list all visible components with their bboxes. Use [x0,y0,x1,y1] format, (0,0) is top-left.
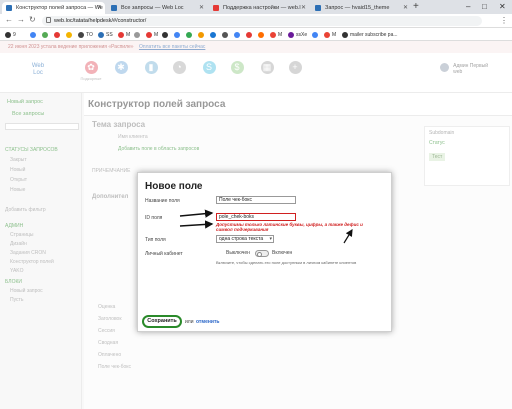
bookmark-icon [258,32,264,38]
browser-tab[interactable]: Поддержка настройки — web.l ✕ [209,2,309,14]
bookmark-icon [134,32,140,38]
bookmark[interactable] [54,31,62,39]
bookmark[interactable]: 9 [5,31,16,39]
bookmark-icon [118,32,124,38]
favicon-icon [6,5,12,11]
cabinet-hint: Включите, чтобы сделать это поле доступн… [216,260,357,265]
close-tab-icon[interactable]: ✕ [199,2,204,14]
tab-label: Все запросы — Web Loc [121,5,184,11]
forward-arrow-icon[interactable]: → [17,15,25,24]
close-tab-icon[interactable]: ✕ [403,2,408,14]
bookmark-icon [234,32,240,38]
field-type-value: одна строка текста [219,236,264,242]
bookmark[interactable] [162,31,170,39]
browser-tab-bar: Конструктор полей запроса — We ✕ Все зап… [0,0,512,14]
bookmark-icon [54,32,60,38]
toggle-knob [257,252,262,257]
bookmark[interactable] [210,31,218,39]
bookmark[interactable] [134,31,142,39]
address-bar-row: ← → ↻ web.loc/tatata/helpdesk/#/construc… [0,14,512,28]
bookmark[interactable]: TO [78,31,93,39]
save-button[interactable]: Сохранить [142,315,182,328]
bookmark[interactable] [30,31,38,39]
window-close-icon[interactable]: ✕ [499,0,506,14]
bookmark-icon [312,32,318,38]
bookmark[interactable] [246,31,254,39]
bookmark-icon [222,32,228,38]
bookmarks-bar: 9 TO SS M M M ssXe M mailer subscribe pa… [0,28,512,41]
bookmark-icon [186,32,192,38]
cabinet-label: Личный кабинет [145,251,183,257]
bookmark-icon [198,32,204,38]
bookmark[interactable] [312,31,320,39]
toggle-off-label: Выключен [226,250,250,256]
favicon-icon [111,5,117,11]
field-type-label: Тип поля [145,237,166,243]
toggle-on-label: Включен [272,250,293,256]
bookmark[interactable]: M [324,31,336,39]
bookmark-icon [246,32,252,38]
browser-menu-icon[interactable]: ⋮ [500,16,508,25]
bookmark[interactable] [174,31,182,39]
bookmark-icon [324,32,330,38]
cabinet-toggle[interactable] [255,250,269,257]
field-id-label: ID поля [145,215,163,221]
browser-tab[interactable]: Запрос — hvaid15_theme ✕ [311,2,411,14]
tab-label: Запрос — hvaid15_theme [325,5,390,11]
close-tab-icon[interactable]: ✕ [301,2,306,14]
bookmark-icon [30,32,36,38]
bookmark[interactable] [42,31,50,39]
maximize-icon[interactable]: □ [482,0,487,14]
field-id-input[interactable]: pole_chek-boks [216,213,296,221]
dialog-title: Новое поле [145,181,203,192]
lock-icon [46,17,51,23]
url-input[interactable]: web.loc/tatata/helpdesk/#/constructor/ [42,16,482,26]
bookmark[interactable] [258,31,266,39]
field-name-input[interactable]: Поле чек-бокс [216,196,296,204]
field-type-select[interactable]: одна строка текста ▾ [216,235,274,243]
favicon-icon [315,5,321,11]
chevron-down-icon: ▾ [269,236,272,242]
bookmark[interactable] [222,31,230,39]
bookmark[interactable]: M [146,31,158,39]
bookmark[interactable] [198,31,206,39]
favicon-icon [213,5,219,11]
close-tab-icon[interactable]: ✕ [97,2,102,14]
bookmark[interactable] [234,31,242,39]
bookmark-icon [174,32,180,38]
browser-tab[interactable]: Все запросы — Web Loc ✕ [107,2,207,14]
bookmark-icon [42,32,48,38]
bookmark-icon [162,32,168,38]
bookmark-icon [5,32,11,38]
bookmark[interactable] [66,31,74,39]
field-name-label: Название поля [145,198,180,204]
bookmark[interactable]: M [118,31,130,39]
bookmark[interactable]: ssXe [288,31,307,39]
tab-label: Конструктор полей запроса — We [16,5,103,11]
minimize-icon[interactable]: – [466,0,470,14]
bookmark-icon [98,32,104,38]
bookmark-icon [270,32,276,38]
reload-icon[interactable]: ↻ [29,15,36,24]
bookmark-icon [288,32,294,38]
browser-tab[interactable]: Конструктор полей запроса — We ✕ [2,2,105,14]
tab-label: Поддержка настройки — web.l [223,5,301,11]
bookmark[interactable] [186,31,194,39]
bookmark-icon [78,32,84,38]
bookmark-icon [146,32,152,38]
bookmark-icon [342,32,348,38]
bookmark-icon [210,32,216,38]
field-id-error: Допустимы только латинские буквы, цифры,… [216,222,363,232]
new-field-dialog: Новое поле Название поля Поле чек-бокс I… [137,172,392,332]
new-tab-icon[interactable]: + [413,1,419,12]
or-label: или [185,319,194,325]
bookmark[interactable]: M [270,31,282,39]
back-arrow-icon[interactable]: ← [5,15,13,24]
bookmark-icon [66,32,72,38]
bookmark[interactable]: SS [98,31,113,39]
cancel-link[interactable]: отменить [196,319,219,325]
bookmark[interactable]: mailer subscribe pa... [342,31,398,39]
